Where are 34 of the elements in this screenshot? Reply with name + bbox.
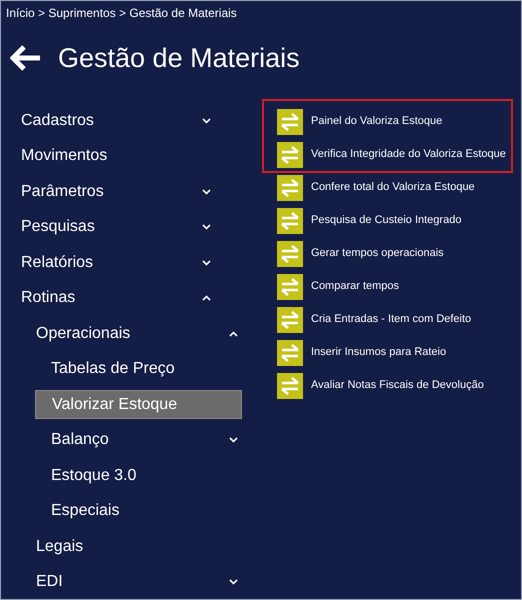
breadcrumb: Início > Suprimentos > Gestão de Materiais [5, 5, 238, 21]
menu-item[interactable]: Pesquisas [1, 212, 215, 242]
chevron-down-icon[interactable] [202, 188, 211, 195]
action-link[interactable]: Avaliar Notas Fiscais de Devolução [311, 377, 484, 394]
action-link[interactable]: Comparar tempos [311, 278, 400, 295]
menu-item[interactable]: Cadastros [1, 106, 215, 136]
page-title: Gestão de Materiais [58, 42, 300, 75]
menu-item[interactable]: Especiais [35, 496, 242, 526]
menu-item[interactable]: Legais [16, 532, 242, 562]
menu-item[interactable]: Operacionais [16, 319, 242, 348]
chevron-up-icon[interactable] [202, 295, 211, 302]
action-link[interactable]: Verifica Integridade do Valoriza Estoque [311, 146, 506, 163]
action-link[interactable]: Pesquisa de Custeio Integrado [311, 212, 462, 229]
menu-item[interactable]: EDI [16, 568, 242, 597]
chevron-up-icon[interactable] [229, 330, 238, 337]
chevron-down-icon[interactable] [202, 224, 211, 230]
action-link[interactable]: Confere total do Valoriza Estoque [311, 179, 475, 196]
chevron-down-icon[interactable] [202, 260, 211, 266]
menu-item[interactable]: Balanço [35, 426, 242, 455]
action-link[interactable]: Cria Entradas - Item com Defeito [311, 311, 472, 328]
menu-item[interactable]: Estoque 3.0 [35, 461, 242, 490]
chevron-down-icon[interactable] [202, 118, 211, 124]
action-link[interactable]: Inserir Insumos para Rateio [311, 344, 446, 361]
menu-item[interactable]: Movimentos [1, 142, 215, 171]
chevron-down-icon[interactable] [229, 437, 238, 444]
menu-item[interactable]: Relatórios [1, 248, 215, 278]
action-link[interactable]: Gerar tempos operacionais [311, 245, 444, 262]
menu-item[interactable]: Parâmetros [1, 177, 215, 206]
action-link[interactable]: Painel do Valoriza Estoque [311, 113, 442, 130]
chevron-down-icon[interactable] [229, 579, 238, 586]
menu-item[interactable]: Tabelas de Preço [35, 354, 242, 384]
back-arrow-icon[interactable] [10, 45, 42, 71]
menu-item[interactable]: Valorizar Estoque [35, 390, 242, 420]
menu-item[interactable]: Rotinas [1, 284, 215, 313]
